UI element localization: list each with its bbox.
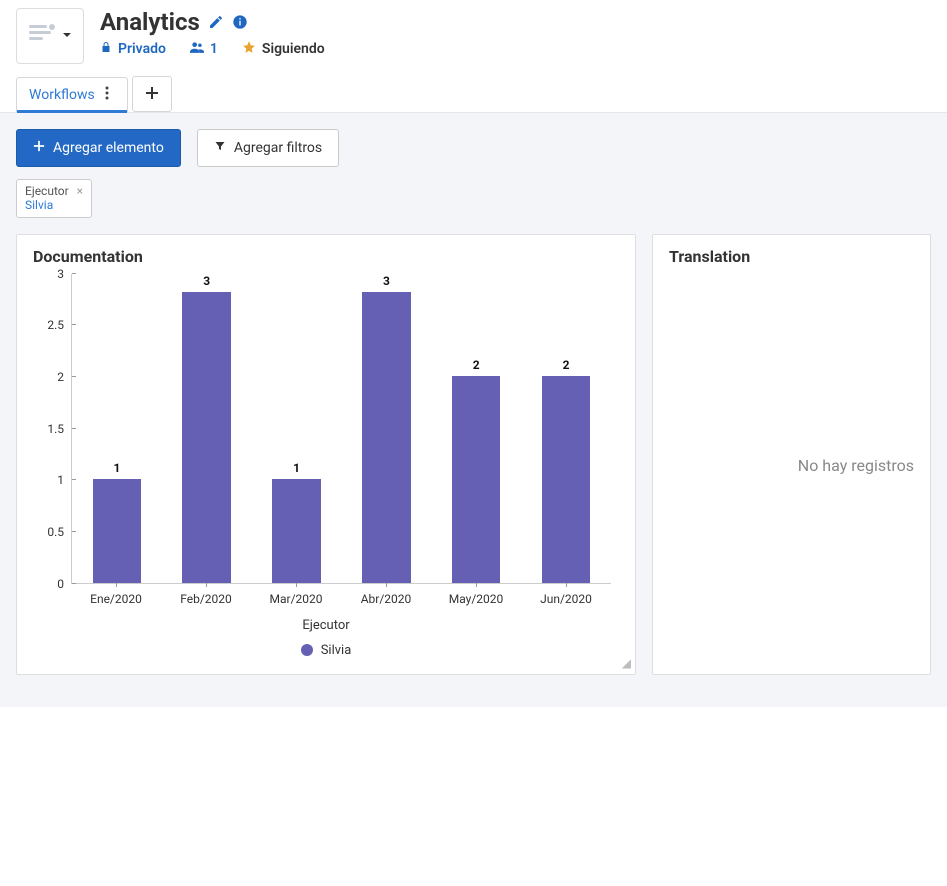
bar-slot: 1 — [72, 274, 162, 583]
edit-icon[interactable] — [208, 14, 224, 30]
bar[interactable] — [452, 376, 501, 583]
add-element-label: Agregar elemento — [53, 140, 164, 156]
module-icon — [28, 22, 58, 50]
panel-title: Translation — [669, 247, 914, 266]
page-header: Analytics Privado 1 — [0, 0, 947, 64]
lock-icon — [100, 41, 112, 57]
bar-slot: 1 — [252, 274, 342, 583]
add-filters-button[interactable]: Agregar filtros — [197, 129, 339, 167]
filter-chips: Ejecutor Silvia × — [16, 179, 931, 218]
chart-legend: Silvia — [33, 643, 619, 658]
y-tick-label: 2 — [34, 370, 64, 384]
star-icon — [242, 40, 256, 58]
panel-documentation: Documentation 0 0.5 1 1.5 2 2.5 3 1 3 1 3 2 2 Ene/2… — [16, 234, 636, 675]
tab-label: Workflows — [29, 87, 95, 103]
resize-handle-icon[interactable]: ◢ — [622, 656, 631, 670]
toolbar: Agregar elemento Agregar filtros — [16, 129, 931, 167]
x-tick-label: Abr/2020 — [341, 584, 431, 606]
bar-value-label: 1 — [293, 461, 300, 475]
y-tick-label: 1 — [34, 473, 64, 487]
bar-value-label: 2 — [563, 358, 570, 372]
bar-value-label: 3 — [383, 274, 390, 288]
y-tick-label: 0 — [34, 577, 64, 591]
bar[interactable] — [362, 292, 411, 583]
legend-entry: Silvia — [321, 643, 352, 658]
title-block: Analytics Privado 1 — [100, 8, 931, 58]
filter-chip-ejecutor[interactable]: Ejecutor Silvia × — [16, 179, 92, 218]
bar[interactable] — [182, 292, 231, 583]
follow-indicator[interactable]: Siguiendo — [242, 40, 325, 58]
filter-chip-label: Ejecutor — [25, 184, 69, 198]
close-icon[interactable]: × — [77, 184, 83, 198]
users-icon — [190, 41, 204, 57]
bar-slot: 2 — [521, 274, 611, 583]
legend-swatch — [301, 644, 313, 656]
bar-slot: 2 — [431, 274, 521, 583]
x-tick-label: Feb/2020 — [161, 584, 251, 606]
empty-state-text: No hay registros — [669, 274, 914, 658]
privacy-indicator[interactable]: Privado — [100, 41, 166, 57]
bar[interactable] — [93, 479, 142, 582]
chevron-down-icon — [62, 28, 72, 44]
bar-value-label: 1 — [113, 461, 120, 475]
chart-x-axis-title: Ejecutor — [33, 618, 619, 633]
panel-title: Documentation — [33, 247, 619, 266]
info-icon[interactable] — [232, 14, 248, 30]
filter-icon — [214, 140, 226, 156]
plus-icon — [145, 84, 159, 105]
tab-workflows[interactable]: Workflows — [16, 77, 128, 112]
add-element-button[interactable]: Agregar elemento — [16, 129, 181, 167]
bar-value-label: 3 — [203, 274, 210, 288]
y-tick-label: 1.5 — [34, 422, 64, 436]
privacy-label: Privado — [118, 41, 166, 57]
x-tick-label: Ene/2020 — [71, 584, 161, 606]
bar[interactable] — [272, 479, 321, 582]
x-tick-label: Jun/2020 — [521, 584, 611, 606]
members-count: 1 — [210, 41, 218, 57]
filter-chip-value: Silvia — [25, 198, 69, 212]
members-indicator[interactable]: 1 — [190, 41, 218, 57]
x-tick-label: Mar/2020 — [251, 584, 341, 606]
plus-icon — [33, 140, 45, 156]
bar-value-label: 2 — [473, 358, 480, 372]
page-title: Analytics — [100, 8, 200, 36]
add-tab-button[interactable] — [132, 76, 172, 112]
y-tick-label: 3 — [34, 267, 64, 281]
tabs-bar: Workflows — [0, 64, 947, 113]
add-filters-label: Agregar filtros — [234, 140, 322, 156]
y-tick-label: 2.5 — [34, 318, 64, 332]
x-tick-label: May/2020 — [431, 584, 521, 606]
bar-slot: 3 — [162, 274, 252, 583]
module-icon-selector[interactable] — [16, 8, 84, 64]
documentation-chart: 00.511.522.53 131322 Ene/2020Feb/2020Mar… — [33, 274, 619, 658]
y-tick-label: 0.5 — [34, 525, 64, 539]
bar-slot: 3 — [341, 274, 431, 583]
tab-menu-icon[interactable] — [99, 86, 115, 104]
panel-translation: Translation No hay registros — [652, 234, 931, 675]
bar[interactable] — [542, 376, 591, 583]
follow-label: Siguiendo — [262, 41, 325, 57]
